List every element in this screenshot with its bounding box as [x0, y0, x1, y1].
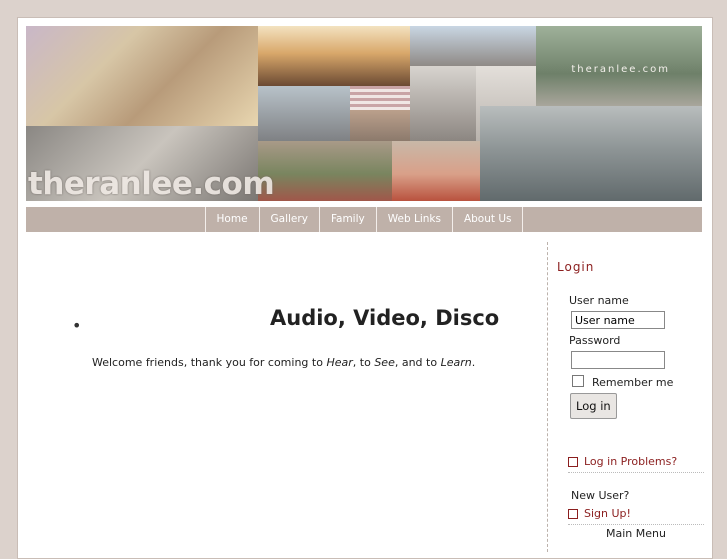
- header-photo-collage: theranlee.com theranlee.com: [26, 26, 702, 201]
- nav-gallery[interactable]: Gallery: [258, 207, 319, 232]
- collage-photo-portrait: [350, 110, 410, 141]
- list-bullet: •: [72, 316, 82, 335]
- username-input[interactable]: [571, 311, 665, 329]
- remember-me-checkbox[interactable]: [572, 375, 584, 387]
- page-title: Audio, Video, Disco: [270, 306, 500, 330]
- welcome-sep-1: , to: [352, 356, 375, 369]
- password-input[interactable]: [571, 351, 665, 369]
- collage-photo-girls: [26, 26, 258, 126]
- collage-photo-woman: [392, 141, 480, 201]
- main-content: • Audio, Video, Disco Welcome friends, t…: [26, 232, 546, 552]
- collage-photo-lake-swans: [480, 106, 702, 201]
- collage-photo-street: [258, 86, 350, 141]
- collage-photo-building: [410, 26, 536, 66]
- square-bullet-icon: [568, 508, 578, 519]
- welcome-text: Welcome friends, thank you for coming to…: [92, 356, 475, 369]
- square-bullet-icon: [568, 456, 578, 467]
- collage-photo-garden: [258, 141, 392, 201]
- divider: [568, 472, 704, 473]
- main-nav: Home Gallery Family Web Links About Us: [26, 207, 702, 232]
- welcome-learn: Learn: [440, 356, 472, 369]
- page-container: theranlee.com theranlee.com Home Gallery…: [17, 17, 713, 559]
- username-label: User name: [569, 294, 629, 307]
- login-button[interactable]: Log in: [570, 393, 617, 419]
- new-user-label: New User?: [571, 489, 630, 502]
- welcome-see: See: [374, 356, 395, 369]
- nav-web-links[interactable]: Web Links: [375, 207, 452, 232]
- collage-photo-sunset: [258, 26, 410, 86]
- login-problems-link[interactable]: Log in Problems?: [584, 455, 677, 468]
- welcome-end: .: [471, 356, 476, 369]
- signup-row: Sign Up!: [568, 507, 704, 520]
- login-sidebar: Login User name Password Remember me Log…: [547, 242, 704, 552]
- signup-link[interactable]: Sign Up!: [584, 507, 631, 520]
- nav-family[interactable]: Family: [318, 207, 376, 232]
- divider: [568, 524, 704, 525]
- site-logo[interactable]: theranlee.com: [28, 166, 275, 201]
- nav-home[interactable]: Home: [204, 207, 259, 232]
- collage-photo-flag: [350, 86, 410, 110]
- password-label: Password: [569, 334, 621, 347]
- welcome-prefix: Welcome friends, thank you for coming to: [92, 356, 327, 369]
- login-problems-row: Log in Problems?: [568, 455, 704, 468]
- remember-me-label: Remember me: [592, 376, 674, 389]
- main-menu-label: Main Menu: [606, 527, 666, 540]
- nav-about-us[interactable]: About Us: [451, 207, 524, 232]
- welcome-sep-2: , and to: [394, 356, 441, 369]
- login-title: Login: [557, 260, 595, 274]
- welcome-hear: Hear: [326, 356, 353, 369]
- site-tag: theranlee.com: [571, 64, 670, 75]
